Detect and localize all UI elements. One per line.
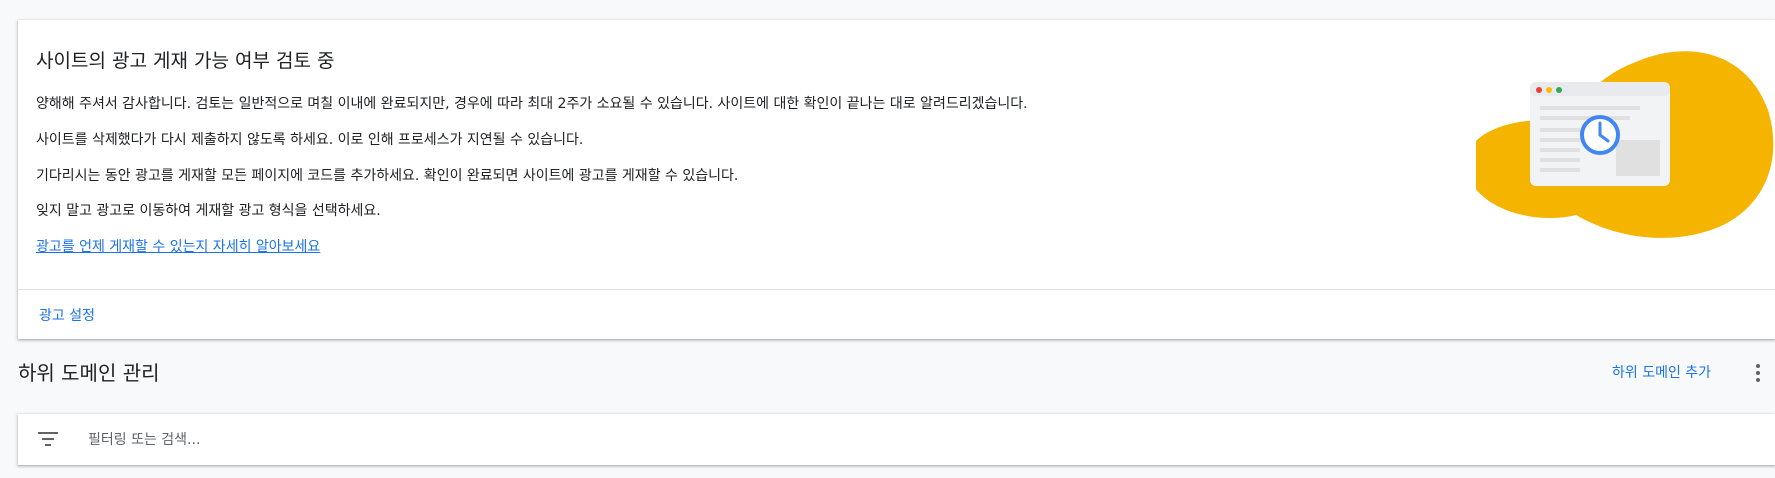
review-paragraph-no-resubmit: 사이트를 삭제했다가 다시 제출하지 않도록 하세요. 이로 인해 프로세스가 … xyxy=(36,132,584,148)
review-paragraph-ad-format: 잊지 말고 광고로 이동하여 게재할 광고 형식을 선택하세요. xyxy=(36,203,381,219)
content-line xyxy=(1540,158,1580,162)
site-review-card: 사이트의 광고 게재 가능 여부 검토 중 양해해 주셔서 감사합니다. 검토는… xyxy=(18,20,1775,339)
add-subdomain-button[interactable]: 하위 도메인 추가 xyxy=(1612,362,1711,382)
learn-more-link[interactable]: 광고를 언제 게재할 수 있는지 자세히 알아보세요 xyxy=(36,236,320,256)
review-title: 사이트의 광고 게재 가능 여부 검토 중 xyxy=(36,50,335,72)
filter-bar xyxy=(18,414,1775,465)
ads-settings-button[interactable]: 광고 설정 xyxy=(39,305,95,325)
review-paragraph-thanks: 양해해 주셔서 감사합니다. 검토는 일반적으로 며칠 이내에 완료되지만, 경… xyxy=(36,96,1028,112)
window-dot-green xyxy=(1556,87,1562,93)
filter-list-icon[interactable] xyxy=(38,430,58,448)
content-line xyxy=(1540,148,1580,152)
review-paragraph-add-code: 기다리시는 동안 광고를 게재할 모든 페이지에 코드를 추가하세요. 확인이 … xyxy=(36,168,739,184)
content-line xyxy=(1540,116,1630,120)
window-dot-red xyxy=(1536,87,1542,93)
window-dot-yellow xyxy=(1546,87,1552,93)
card-divider xyxy=(18,289,1775,290)
content-line xyxy=(1540,168,1580,172)
more-vert-icon[interactable] xyxy=(1748,360,1768,386)
content-line xyxy=(1540,106,1640,110)
clock-icon xyxy=(1580,115,1620,155)
content-line xyxy=(1540,138,1580,142)
content-image-block xyxy=(1616,140,1660,176)
subdomains-title: 하위 도메인 관리 xyxy=(18,361,160,385)
filter-search-input[interactable] xyxy=(86,426,690,454)
content-line xyxy=(1540,128,1580,132)
clock-window-illustration xyxy=(1476,51,1774,238)
